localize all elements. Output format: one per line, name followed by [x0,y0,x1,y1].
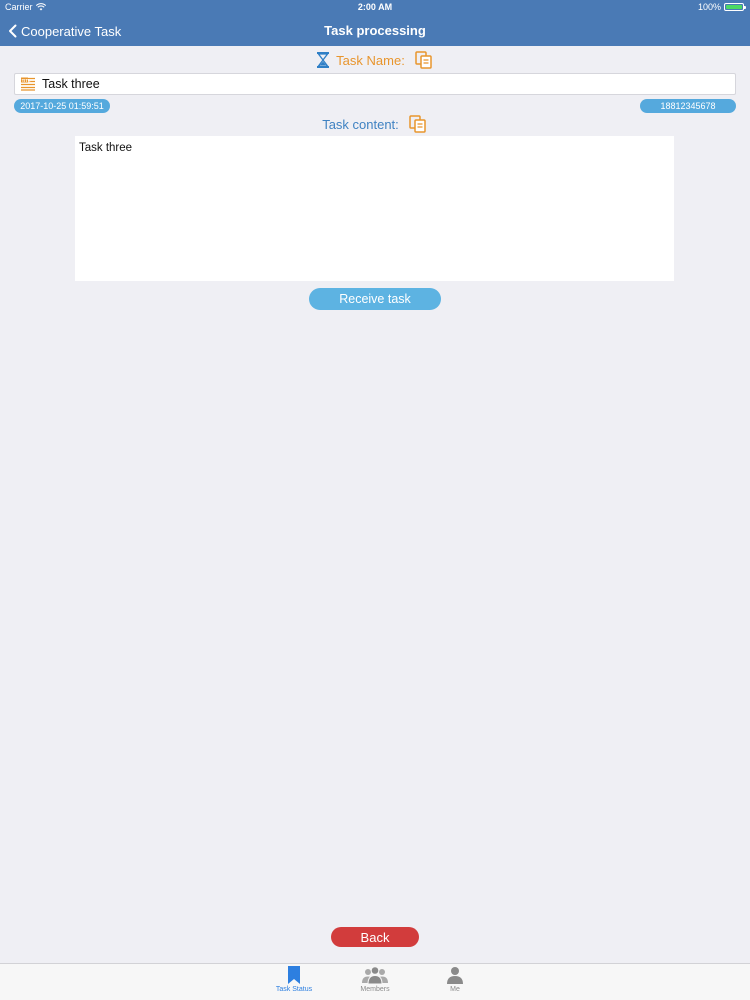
copy-icon[interactable] [408,115,428,133]
status-battery: 100% [697,0,746,14]
tab-members[interactable]: Members [345,966,405,1000]
person-icon [447,967,463,984]
bookmark-icon [288,966,300,984]
phone-badge: 18812345678 [640,99,736,113]
svg-text:TITL: TITL [22,78,31,83]
task-name-header: Task Name: [0,49,750,71]
status-time: 2:00 AM [357,2,393,12]
members-icon [362,966,388,984]
hourglass-icon [317,52,330,68]
tab-label: Members [360,986,390,993]
task-content-header: Task content: [0,113,750,135]
task-content-label: Task content: [322,116,399,132]
receive-task-button[interactable]: Receive task [309,288,441,310]
chevron-left-icon [9,24,17,38]
tab-label: Task Status [275,986,313,993]
status-bar: Carrier 2:00 AM 100% [0,0,750,14]
task-name-input[interactable] [42,74,735,94]
back-nav-button[interactable]: Cooperative Task [8,20,121,42]
tab-task-status[interactable]: Task Status [264,966,324,1000]
copy-icon[interactable] [414,51,434,69]
tab-me[interactable]: Me [425,966,485,1000]
battery-percent: 100% [697,2,721,12]
task-name-label: Task Name: [336,52,405,68]
back-button[interactable]: Back [331,927,419,947]
battery-icon [724,3,746,11]
task-name-field[interactable]: TITL [14,73,736,95]
back-nav-label: Cooperative Task [21,23,122,39]
date-badge: 2017-10-25 01:59:51 [14,99,110,113]
nav-header: Carrier 2:00 AM 100% Cooperative Task Ta… [0,0,750,46]
tab-label: Me [450,986,460,993]
tab-bar: Task Status Members Me [0,963,750,1000]
task-content-textarea[interactable]: Task three [75,136,674,281]
title-icon: TITL [21,77,35,91]
